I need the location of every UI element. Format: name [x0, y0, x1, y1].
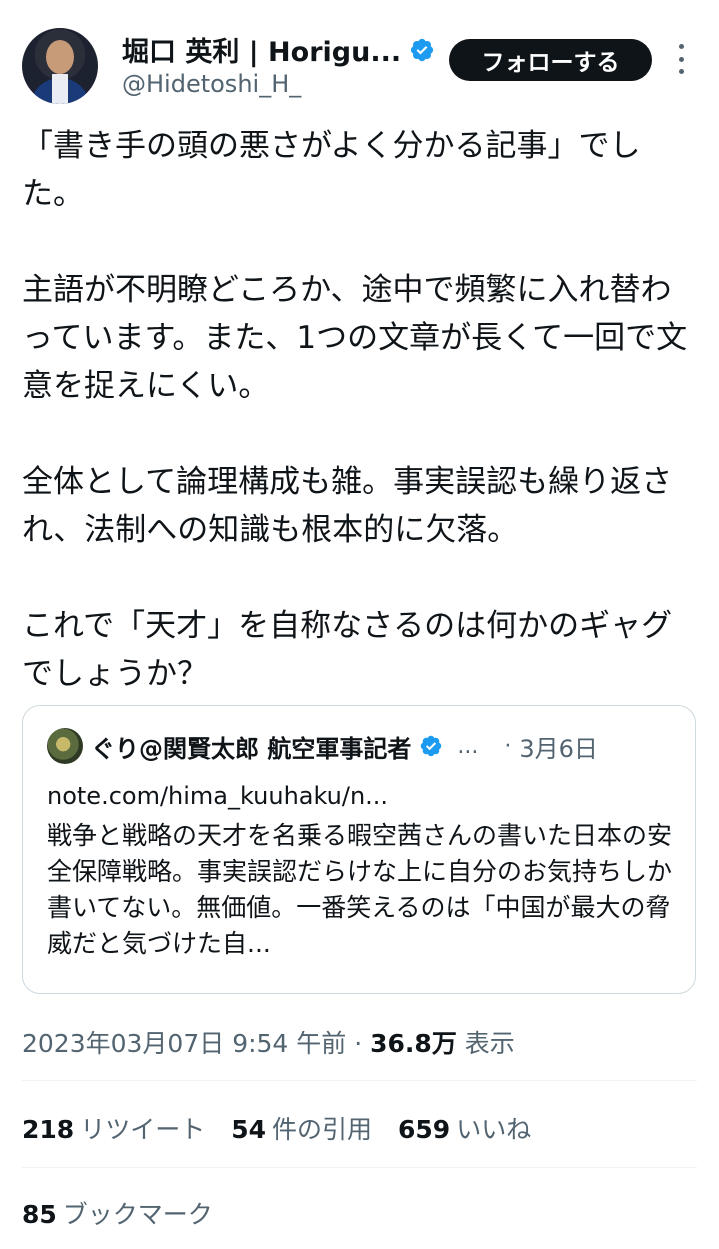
author-handle[interactable]: @Hidetoshi_H_	[122, 70, 301, 98]
quotes-label: 件の引用	[272, 1115, 373, 1144]
verified-badge-icon	[411, 38, 434, 61]
tweet-timestamp[interactable]: 2023年03月07日 9:54 午前	[22, 1029, 346, 1058]
bookmarks-count: 85	[22, 1200, 57, 1229]
tweet-paragraph: 主語が不明瞭どころか、途中で頻繁に入れ替わっています。また、1つの文章が長くて一…	[22, 272, 688, 405]
meta-separator: ·	[354, 1029, 363, 1058]
quoted-tweet-text: 戦争と戦略の天才を名乗る暇空茜さんの書いた日本の安全保障戦略。事実誤認だらけな上…	[47, 821, 673, 958]
tweet-meta: 2023年03月07日 9:54 午前 · 36.8万 表示	[22, 1024, 515, 1060]
quoted-author-name: ぐり@関賢太郎 航空軍事記者	[91, 734, 412, 763]
bookmarks-stat[interactable]: 85 ブックマーク	[22, 1195, 213, 1231]
tweet-paragraph: 全体として論理構成も雑。事実誤認も繰り返され、法制への知識も根本的に欠落。	[22, 464, 673, 549]
author-name-row: 堀口 英利 | Horigu...	[122, 30, 435, 69]
retweets-label: リツイート	[80, 1115, 206, 1144]
quoted-date[interactable]: 3月6日	[519, 729, 598, 764]
quoted-tweet-header: ぐり@関賢太郎 航空軍事記者 ... · 3月6日	[47, 728, 598, 764]
engagement-stats: 218 リツイート 54 件の引用 659 いいね	[22, 1110, 531, 1146]
divider	[22, 1167, 697, 1168]
likes-count: 659	[398, 1115, 451, 1144]
views-label: 表示	[464, 1029, 515, 1058]
bookmarks-label: ブックマーク	[62, 1200, 213, 1229]
quoted-separator: ·	[504, 733, 512, 759]
quoted-author-avatar	[47, 728, 83, 764]
more-options-icon[interactable]	[673, 44, 689, 74]
quoted-link-url[interactable]: note.com/hima_kuuhaku/n...	[47, 782, 388, 810]
verified-badge-icon	[421, 735, 442, 757]
likes-label: いいね	[456, 1115, 532, 1144]
retweets-stat[interactable]: 218 リツイート	[22, 1110, 205, 1146]
follow-button[interactable]: フォローする	[449, 39, 652, 81]
likes-stat[interactable]: 659 いいね	[398, 1110, 531, 1146]
quoted-tweet-card[interactable]: ぐり@関賢太郎 航空軍事記者 ... · 3月6日 note.com/hima_…	[22, 705, 696, 994]
tweet-paragraph: これで「天才」を自称なさるのは何かのギャグでしょうか？	[22, 608, 673, 693]
tweet-paragraph: 「書き手の頭の悪さがよく分かる記事」でした。	[22, 128, 641, 213]
retweets-count: 218	[22, 1115, 75, 1144]
quoted-name-ellipsis: ...	[457, 733, 479, 759]
quotes-stat[interactable]: 54 件の引用	[231, 1110, 372, 1146]
tweet-header: 堀口 英利 | Horigu... @Hidetoshi_H_ フォローする	[0, 0, 719, 110]
tweet-text: 「書き手の頭の悪さがよく分かる記事」でした。 主語が不明瞭どころか、途中で頻繁に…	[22, 122, 702, 698]
author-avatar[interactable]	[22, 28, 98, 104]
quotes-count: 54	[231, 1115, 266, 1144]
author-name[interactable]: 堀口 英利 | Horigu...	[122, 30, 401, 69]
divider	[22, 1080, 697, 1081]
views-count: 36.8万	[370, 1029, 457, 1058]
